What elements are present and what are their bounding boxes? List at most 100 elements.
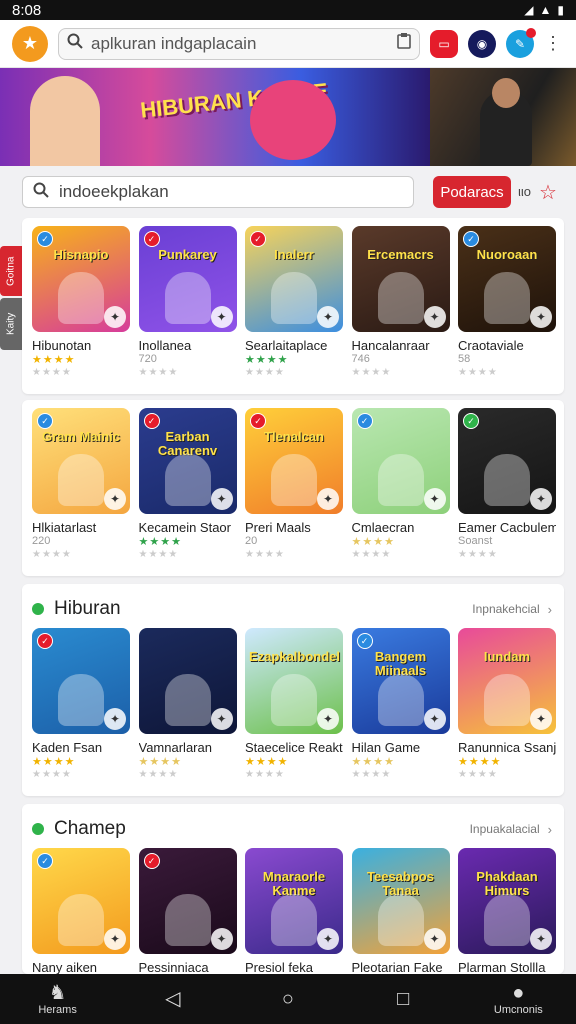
search-action-button[interactable]: Podaracs bbox=[433, 176, 511, 208]
corner-badge-icon: ✦ bbox=[423, 708, 446, 730]
app-thumbnail[interactable]: ✓ Hisnapio ✦ bbox=[32, 226, 130, 332]
overflow-menu-icon[interactable]: ⋮ bbox=[544, 33, 562, 54]
app-tile[interactable]: ✓ Gram Mainic ✦ Hlkiatarlast 220 ★★★★ bbox=[32, 408, 130, 560]
section-more-link[interactable]: Inpnakehcial bbox=[472, 602, 539, 616]
nav-recents[interactable]: □ bbox=[363, 988, 443, 1010]
rating-stars: ★★★★ bbox=[32, 756, 76, 768]
app-thumbnail[interactable]: ✓ ✦ bbox=[32, 628, 130, 734]
section-header: Chamep Inpuakalacial › bbox=[32, 818, 552, 840]
app-thumbnail[interactable]: ✓ ✦ bbox=[32, 848, 130, 954]
app-tile[interactable]: Ercemacrs ✦ Hancalanraar 746 ★★★★ bbox=[351, 226, 450, 378]
nav-profile[interactable]: ● Umcnonis bbox=[478, 982, 558, 1016]
app-tile[interactable]: Iundam ✦ Ranunnica Ssanj ★★★★ ★★★★ bbox=[458, 628, 556, 780]
promo-banner[interactable]: HIBURAN KANME bbox=[0, 68, 576, 166]
app-subtext: 746 bbox=[351, 353, 370, 365]
app-thumbnail[interactable]: Ezapkalbondel ✦ bbox=[245, 628, 343, 734]
side-tab-grey[interactable]: Kaity bbox=[0, 298, 22, 350]
character-figure bbox=[164, 894, 211, 946]
chevron-right-icon[interactable]: › bbox=[548, 602, 552, 617]
grey-stars-icon: ★★★★ bbox=[245, 549, 285, 560]
character-figure bbox=[377, 272, 424, 324]
app-thumbnail[interactable]: ✦ bbox=[138, 628, 237, 734]
app-title: Pessinniaca bbox=[138, 960, 209, 975]
app-thumbnail[interactable]: ✓ Earban Canarenv ✦ bbox=[138, 408, 237, 514]
check-badge-icon: ✓ bbox=[143, 413, 160, 429]
app-tile[interactable]: Phakdaan Himurs ✦ Plarman Stollla bbox=[458, 848, 556, 975]
corner-badge-icon: ✦ bbox=[317, 306, 339, 328]
app-tile[interactable]: ✓ Punkarey ✦ Inollanea 720 ★★★★ bbox=[138, 226, 237, 378]
app-thumbnail[interactable]: Phakdaan Himurs ✦ bbox=[458, 848, 556, 954]
app-thumbnail[interactable]: ✓ ✦ bbox=[138, 848, 237, 954]
app-tile[interactable]: ✓ Earban Canarenv ✦ Kecamein Staor ★★★★ ★★★★ bbox=[138, 408, 237, 560]
app-thumbnail[interactable]: ✓ Tlenalcan ✦ bbox=[245, 408, 343, 514]
chevron-right-icon[interactable]: › bbox=[548, 822, 552, 837]
character-figure bbox=[377, 894, 424, 946]
app-thumbnail[interactable]: ✓ ✦ bbox=[351, 408, 450, 514]
character-figure bbox=[484, 272, 530, 324]
app-title: Pleotarian Fake bbox=[351, 960, 443, 975]
app-tile[interactable]: ✓ ✦ Nany aiken bbox=[32, 848, 130, 975]
nav-back[interactable]: ◁ bbox=[133, 988, 213, 1010]
app-tile[interactable]: ✓ Hisnapio ✦ Hibunotan ★★★★ ★★★★ bbox=[32, 226, 130, 378]
app-tile[interactable]: ✓ ✦ Eamer Cacbulem Soanst ★★★★ bbox=[458, 408, 556, 560]
app-thumbnail[interactable]: ✓ Bangem Miinaals ✦ bbox=[351, 628, 450, 734]
app-tile[interactable]: ✓ ✦ Kaden Fsan ★★★★ ★★★★ bbox=[32, 628, 130, 780]
grey-stars-icon: ★★★★ bbox=[351, 367, 392, 378]
character-figure bbox=[58, 894, 104, 946]
character-figure bbox=[164, 454, 211, 506]
banner-main-image[interactable]: HIBURAN KANME bbox=[0, 68, 430, 166]
app-thumbnail[interactable]: ✓ Nuoroaan ✦ bbox=[458, 226, 556, 332]
app-title: Craotaviale bbox=[458, 338, 524, 353]
app-thumbnail[interactable]: ✓ Punkarey ✦ bbox=[138, 226, 237, 332]
game-icon: ♞ bbox=[48, 982, 67, 1004]
app-tile[interactable]: ✓ Bangem Miinaals ✦ Hilan Game ★★★★ ★★★★ bbox=[351, 628, 450, 780]
app-tile[interactable]: ✓ Tlenalcan ✦ Preri Maals 20 ★★★★ bbox=[245, 408, 343, 560]
recents-icon: □ bbox=[397, 988, 410, 1010]
character-figure bbox=[484, 894, 530, 946]
app-subtext: 58 bbox=[458, 353, 471, 365]
app-title: Kaden Fsan bbox=[32, 740, 103, 755]
section-more-link[interactable]: Inpuakalacial bbox=[470, 822, 540, 836]
video-icon[interactable]: ▭ bbox=[430, 29, 458, 58]
app-thumbnail[interactable]: Teesabpos Tanaa ✦ bbox=[351, 848, 450, 954]
app-thumbnail[interactable]: Iundam ✦ bbox=[458, 628, 556, 734]
app-tile[interactable]: ✓ ✦ Pessinniaca bbox=[138, 848, 237, 975]
banner-side-image[interactable] bbox=[430, 68, 576, 166]
app-tile[interactable]: ✓ ✦ Cmlaecran ★★★★ ★★★★ bbox=[351, 408, 450, 560]
app-thumbnail[interactable]: ✓ ✦ bbox=[458, 408, 556, 514]
app-thumbnail[interactable]: ✓ Inalerr ✦ bbox=[245, 226, 343, 332]
app-tile[interactable]: Mnaraorle Kanme ✦ Presiol feka bbox=[245, 848, 343, 975]
nav-home-circle[interactable]: ○ bbox=[248, 988, 328, 1010]
app-tile[interactable]: ✓ Nuoroaan ✦ Craotaviale 58 ★★★★ bbox=[458, 226, 556, 378]
thumbnail-art-title: Hisnapio bbox=[53, 247, 109, 262]
app-thumbnail[interactable]: ✓ Gram Mainic ✦ bbox=[32, 408, 130, 514]
search-input[interactable]: aplkuran indgaplacain bbox=[58, 27, 420, 60]
side-tab-red[interactable]: Goitna bbox=[0, 246, 22, 296]
app-thumbnail[interactable]: Mnaraorle Kanme ✦ bbox=[245, 848, 343, 954]
profile-badge-icon[interactable]: ◉ bbox=[468, 29, 496, 58]
app-tile[interactable]: ✦ Vamnarlaran ★★★★ ★★★★ bbox=[138, 628, 237, 780]
grey-stars-icon: ★★★★ bbox=[245, 769, 285, 780]
app-logo-icon[interactable]: ★ bbox=[12, 25, 48, 62]
notification-icon[interactable]: ✎ bbox=[506, 27, 536, 58]
check-badge-icon: ✓ bbox=[250, 231, 266, 247]
grey-stars-icon: ★★★★ bbox=[138, 769, 179, 780]
favorite-star-icon[interactable]: ☆ bbox=[539, 180, 557, 205]
corner-badge-icon: ✦ bbox=[210, 708, 233, 730]
thumbnail-art-title: Ezapkalbondel bbox=[249, 649, 341, 664]
corner-badge-icon: ✦ bbox=[104, 306, 126, 328]
thumbnail-art-title: Gram Mainic bbox=[41, 429, 121, 444]
app-tile[interactable]: ✓ Inalerr ✦ Searlaitaplace ★★★★ ★★★★ bbox=[245, 226, 343, 378]
grey-stars-icon: ★★★★ bbox=[245, 367, 285, 378]
app-thumbnail[interactable]: Ercemacrs ✦ bbox=[351, 226, 450, 332]
nav-home[interactable]: ♞ Herams bbox=[18, 982, 98, 1016]
secondary-search-input[interactable]: indoeekplakan bbox=[22, 176, 414, 208]
clipboard-icon[interactable] bbox=[397, 33, 411, 54]
top-app-bar: ★ aplkuran indgaplacain ▭ ◉ ✎ ⋮ bbox=[0, 20, 576, 68]
character-figure bbox=[271, 674, 317, 726]
section-title: Hiburan bbox=[54, 598, 121, 619]
app-tile[interactable]: Teesabpos Tanaa ✦ Pleotarian Fake bbox=[351, 848, 450, 975]
app-tile[interactable]: Ezapkalbondel ✦ Staecelice Reakt ★★★★ ★★★★ bbox=[245, 628, 343, 780]
app-title: Vamnarlaran bbox=[138, 740, 212, 755]
rating-stars: ★★★★ bbox=[138, 756, 182, 768]
